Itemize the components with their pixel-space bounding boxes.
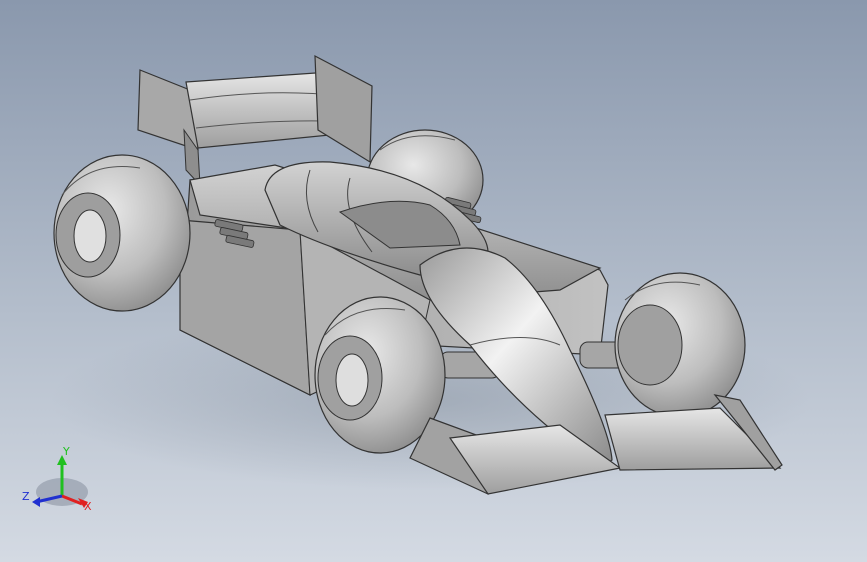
x-label: X [84,500,92,513]
z-label: Z [22,490,30,503]
coordinate-triad: Y X Z [22,445,92,513]
graphics-viewport[interactable]: Y X Z [0,0,867,562]
y-label: Y [62,445,70,458]
